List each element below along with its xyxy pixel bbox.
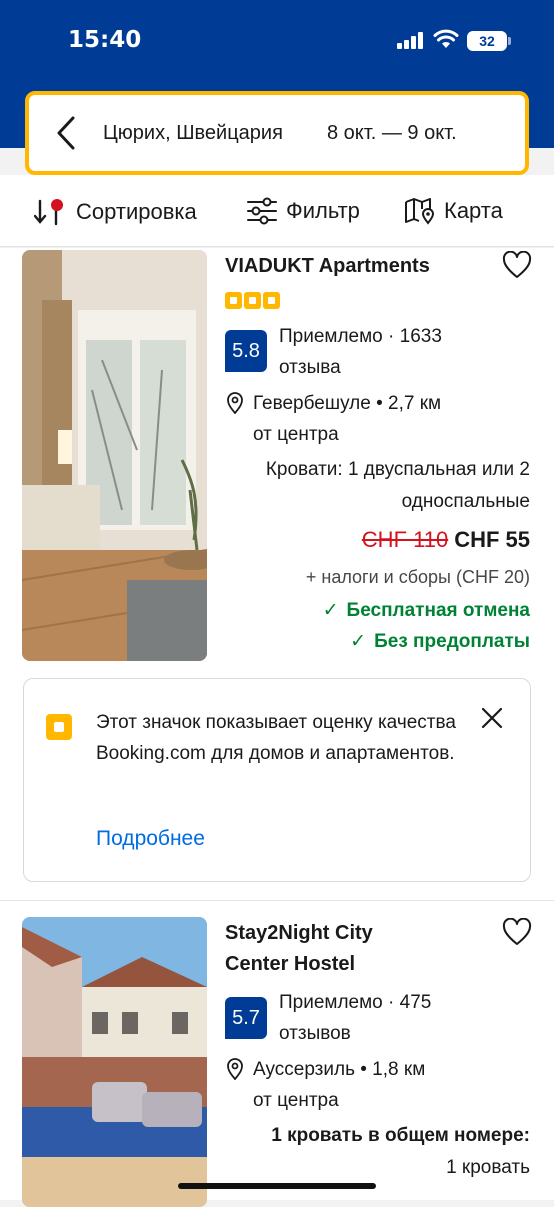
review-score-badge: 5.8 [225,330,267,372]
map-label: Карта [444,198,503,223]
bed-info: Кровати: 1 двуспальная или 2 односпальны… [210,454,530,518]
sort-label: Сортировка [76,199,197,224]
property-name[interactable]: VIADUKT Apartments [225,251,430,282]
perk-label: Без предоплаты [374,631,530,652]
property-photo[interactable] [22,250,207,661]
wifi-icon [433,29,459,48]
cellular-signal-icon [397,31,427,49]
clock: 15:40 [68,27,142,53]
divider [0,900,554,901]
home-indicator[interactable] [178,1183,376,1189]
original-price: CHF 110 [361,527,449,552]
quality-badge-icon [263,292,280,309]
bed-info-line-1: 1 кровать в общем номере: [271,1125,530,1146]
property-location: Гевербешуле • 2,7 км от центра [253,388,523,450]
property-location: Ауссерзиль • 1,8 км от центра [253,1054,523,1116]
review-count-unit: отзыва [279,357,341,378]
favorite-heart-icon[interactable] [502,251,532,279]
sort-button[interactable]: Сортировка [34,197,197,227]
quality-badge-icon [244,292,261,309]
quality-rating-badges [225,292,282,309]
search-destination: Цюрих, Швейцария [103,122,283,144]
discounted-price: CHF 55 [454,527,530,552]
review-count-unit: отзывов [279,1023,351,1044]
sort-icon [34,199,63,226]
review-label: Приемлемо · 1633 [279,326,442,347]
location-suffix: от центра [253,1090,339,1111]
bed-info-line-2: 1 кровать [446,1157,530,1178]
taxes-note: + налоги и сборы (CHF 20) [305,567,530,587]
quality-badge-icon [46,714,72,740]
location-district: Гевербешуле • 2,7 км [253,393,442,414]
map-button[interactable]: Карта [404,197,503,225]
filter-label: Фильтр [286,198,360,223]
location-pin-icon [227,392,243,414]
status-bar: 15:40 32 [0,0,554,90]
check-icon: ✓ [322,600,339,621]
perk-label: Бесплатная отмена [346,600,530,621]
check-icon: ✓ [350,631,367,652]
search-dates: 8 окт. — 9 окт. [327,122,457,144]
close-icon[interactable] [480,706,504,730]
learn-more-link[interactable]: Подробнее [96,827,205,851]
property-name[interactable]: Stay2Night City Center Hostel [225,918,373,980]
map-icon [405,198,435,225]
price-row: CHF 110 CHF 55 [362,527,530,553]
filter-icon [247,197,277,225]
property-photo[interactable] [22,917,207,1207]
bed-info-line-1: Кровати: 1 двуспальная или 2 [265,459,530,480]
favorite-heart-icon[interactable] [502,918,532,946]
review-summary: Приемлемо · 475 отзывов [279,987,529,1049]
location-pin-icon [227,1058,243,1080]
location-district: Ауссерзиль • 1,8 км [253,1059,426,1080]
free-cancellation: ✓ Бесплатная отмена [323,599,530,622]
bed-info: 1 кровать в общем номере: 1 кровать [210,1120,530,1184]
search-summary-box[interactable]: Цюрих, Швейцария 8 окт. — 9 окт. [25,91,529,175]
location-suffix: от центра [253,424,339,445]
results-toolbar: Сортировка Фильтр Карта [0,175,554,247]
apartment-interior-image [22,250,207,661]
battery-nub [508,37,511,45]
review-label: Приемлемо · 475 [279,992,432,1013]
property-name-line-2: Center Hostel [225,953,356,975]
quality-badge-icon [225,292,242,309]
results-list: VIADUKT Apartments 5.8 Приемлемо · 1633 … [0,248,554,1207]
quality-info-notice: Этот значок показывает оценку качества B… [23,678,531,882]
review-summary: Приемлемо · 1633 отзыва [279,321,529,383]
no-prepayment: ✓ Без предоплаты [350,630,530,653]
battery-icon: 32 [467,31,507,51]
review-score-badge: 5.7 [225,997,267,1039]
notice-text: Этот значок показывает оценку качества B… [96,712,456,764]
bed-info-line-2: односпальные [401,491,530,512]
hostel-rooftop-image [22,917,207,1207]
filter-button[interactable]: Фильтр [246,197,360,225]
property-name-line-1: Stay2Night City [225,922,373,944]
back-arrow-icon[interactable] [53,115,79,151]
